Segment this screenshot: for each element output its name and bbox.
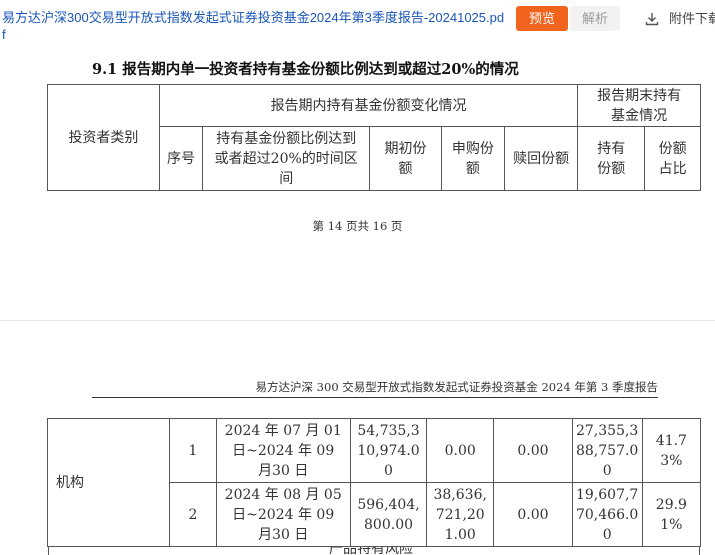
row-holding: 27,355,388,757.00	[571, 418, 643, 483]
row-holding: 19,607,770,466.00	[571, 482, 643, 547]
header-opening: 期初份额	[369, 126, 442, 191]
running-header: 易方达沪深 300 交易型开放式指数发起式证券投资基金 2024 年第 3 季度…	[92, 379, 658, 398]
header-interval: 持有基金份额比例达到或者超过20%的时间区间	[202, 126, 371, 191]
institution-label: 机构	[46, 418, 171, 547]
row-interval: 2024 年 08 月 05日~2024 年 09 月30 日	[215, 482, 351, 547]
header-subscribe: 申购份额	[440, 126, 505, 191]
row-redeem: 0.00	[493, 418, 573, 483]
attachment-download-button[interactable]: 附件下载	[645, 8, 715, 30]
row-ratio: 29.91%	[641, 482, 702, 547]
preview-button[interactable]: 预览	[516, 6, 568, 31]
row-ratio: 41.73%	[641, 418, 702, 483]
header-seq: 序号	[158, 126, 204, 191]
section-title: 9.1 报告期内单一投资者持有基金份额比例达到或超过20%的情况	[92, 61, 519, 78]
download-icon	[645, 13, 659, 26]
row-subscribe: 38,636,721,201.00	[426, 482, 495, 547]
row-redeem: 0.00	[493, 482, 573, 547]
header-change-group: 报告期内持有基金份额变化情况	[158, 84, 579, 127]
row-subscribe: 0.00	[426, 418, 495, 483]
header-end-group: 报告期末持有基金情况	[577, 84, 701, 127]
row-seq: 2	[169, 482, 217, 547]
attachment-download-label: 附件下载	[669, 11, 715, 26]
holder-table-body: 机构 1 2024 年 07 月 01日~2024 年 09 月30 日 54,…	[46, 418, 702, 547]
row-opening: 596,404,800.00	[349, 482, 428, 547]
row-interval: 2024 年 07 月 01日~2024 年 09 月30 日	[215, 418, 351, 483]
row-seq: 1	[169, 418, 217, 483]
document-filename-link[interactable]: 易方达沪深300交易型开放式指数发起式证券投资基金2024年第3季度报告-202…	[2, 9, 507, 43]
holder-table-header: 投资者类别 报告期内持有基金份额变化情况 报告期末持有基金情况 序号 持有基金份…	[47, 84, 701, 191]
product-risk-row: 产品特有风险	[48, 546, 700, 555]
toolbar: 易方达沪深300交易型开放式指数发起式证券投资基金2024年第3季度报告-202…	[0, 0, 715, 46]
header-holding: 持有份额	[577, 126, 646, 191]
header-investor-type: 投资者类别	[47, 84, 160, 191]
product-risk-label: 产品特有风险	[329, 546, 413, 555]
header-ratio: 份额占比	[644, 126, 701, 191]
page-separator	[0, 320, 715, 321]
row-opening: 54,735,310,974.00	[349, 418, 428, 483]
page-footer: 第 14 页共 16 页	[312, 219, 403, 233]
parse-button[interactable]: 解析	[570, 6, 620, 31]
header-redeem: 赎回份额	[503, 126, 579, 191]
